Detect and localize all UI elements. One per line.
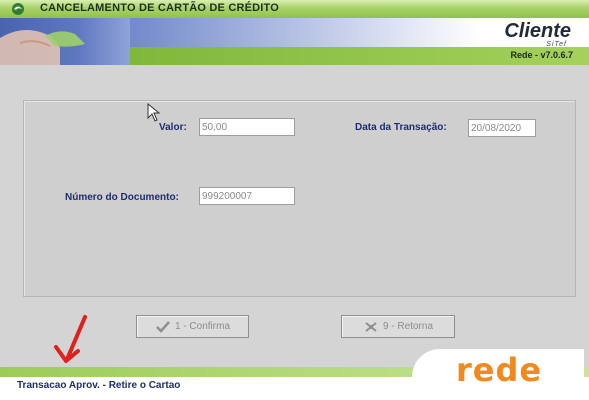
retorna-label: 9 - Retorna: [382, 321, 434, 332]
data-transacao-label: Data da Transação:: [355, 122, 447, 133]
red-annotation-arrow-icon: [54, 315, 87, 363]
numero-documento-field[interactable]: [199, 187, 295, 205]
brand-name: Cliente: [504, 20, 571, 42]
title-bar: CANCELAMENTO DE CARTÃO DE CRÉDITO: [0, 0, 589, 19]
checkmark-icon: [155, 320, 171, 334]
retorna-button[interactable]: 9 - Retorna: [341, 315, 455, 338]
version-label: Rede - v7.0.6.7: [510, 50, 573, 60]
application-window: CANCELAMENTO DE CARTÃO DE CRÉDITO Client…: [0, 0, 589, 400]
rede-logo: rede: [456, 351, 543, 389]
mouse-cursor-icon: [147, 103, 161, 122]
data-transacao-field[interactable]: [468, 119, 536, 137]
banner-image: [0, 18, 130, 65]
valor-field[interactable]: [199, 118, 295, 136]
return-icon: [363, 320, 379, 334]
hand-card-illustration: [0, 30, 85, 65]
numero-documento-label: Número do Documento:: [65, 192, 179, 203]
status-message: Transacao Aprov. - Retire o Cartao: [17, 380, 181, 391]
confirma-label: 1 - Confirma: [174, 321, 230, 332]
brand-subtitle: SiTef: [546, 41, 567, 48]
header-banner: Cliente SiTef Rede - v7.0.6.7: [0, 18, 589, 65]
confirma-button[interactable]: 1 - Confirma: [136, 315, 249, 338]
banner-gradient: [120, 18, 480, 47]
app-swirl-icon: [11, 2, 25, 16]
window-title: CANCELAMENTO DE CARTÃO DE CRÉDITO: [40, 2, 280, 14]
valor-label: Valor:: [159, 122, 187, 133]
